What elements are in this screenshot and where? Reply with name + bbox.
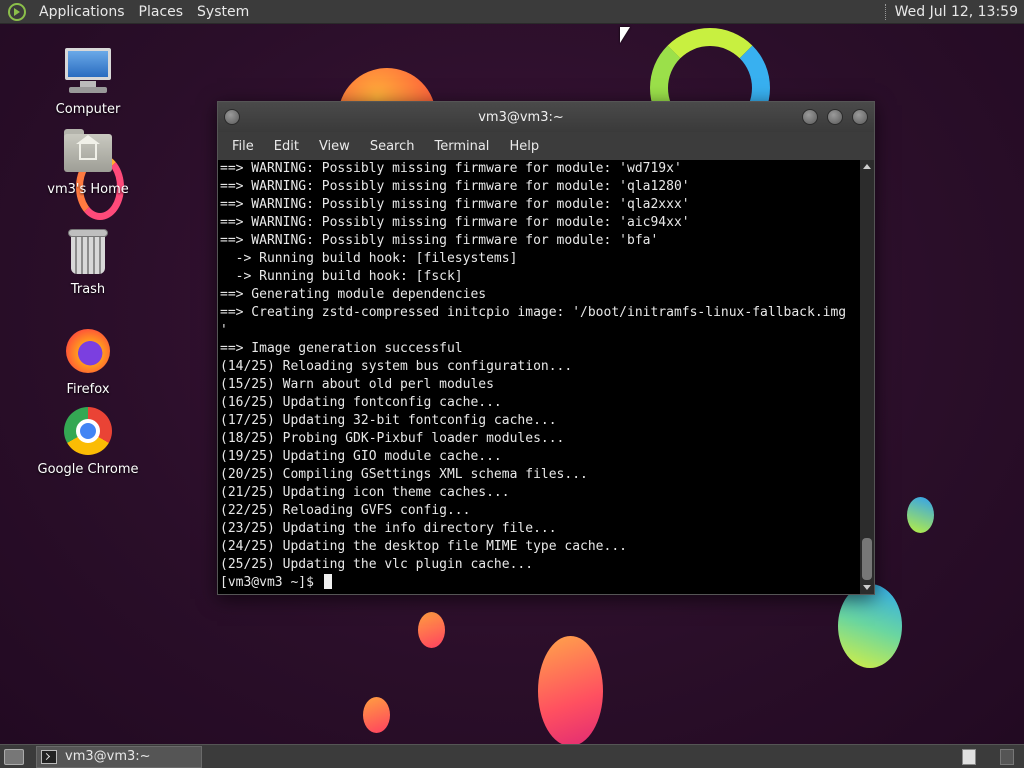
minimize-button[interactable] <box>802 109 818 125</box>
terminal-line: ==> Generating module dependencies <box>220 287 487 302</box>
terminal-icon <box>41 749 57 764</box>
terminal-line: (14/25) Reloading system bus configurati… <box>220 359 573 374</box>
terminal-line: -> Running build hook: [fsck] <box>220 269 463 284</box>
menu-file[interactable]: File <box>222 139 264 154</box>
terminal-line: (18/25) Probing GDK-Pixbuf loader module… <box>220 431 565 446</box>
terminal-line: (20/25) Compiling GSettings XML schema f… <box>220 467 588 482</box>
window-titlebar[interactable]: vm3@vm3:~ <box>218 102 874 132</box>
desktop-icon-label: vm3's Home <box>47 182 129 197</box>
terminal-line: (17/25) Updating 32-bit fontconfig cache… <box>220 413 557 428</box>
menu-system[interactable]: System <box>190 4 256 20</box>
taskbar-item-label: vm3@vm3:~ <box>65 749 151 764</box>
terminal-line: (21/25) Updating icon theme caches... <box>220 485 510 500</box>
terminal-area[interactable]: ==> WARNING: Possibly missing firmware f… <box>218 160 874 594</box>
terminal-line: (24/25) Updating the desktop file MIME t… <box>220 539 627 554</box>
menu-terminal[interactable]: Terminal <box>424 139 499 154</box>
wallpaper-blue-small-bubble <box>907 497 934 533</box>
terminal-line: (19/25) Updating GIO module cache... <box>220 449 502 464</box>
window-menu-icon[interactable] <box>224 109 240 125</box>
chrome-icon <box>63 406 113 456</box>
terminal-line: ==> WARNING: Possibly missing firmware f… <box>220 161 682 176</box>
scrollbar-thumb[interactable] <box>862 538 872 580</box>
desktop-icon-trash[interactable]: Trash <box>28 226 148 297</box>
trash-icon <box>63 226 113 276</box>
scroll-down-icon[interactable] <box>863 585 871 590</box>
computer-icon <box>63 46 113 96</box>
desktop-icon-label: Computer <box>55 102 121 117</box>
terminal-line: ==> WARNING: Possibly missing firmware f… <box>220 197 690 212</box>
terminal-cursor <box>323 574 332 589</box>
window-controls <box>802 109 868 125</box>
home-folder-icon <box>63 126 113 176</box>
desktop-icon-computer[interactable]: Computer <box>28 46 148 117</box>
desktop-icon-label: Trash <box>70 282 106 297</box>
workspace-1[interactable] <box>962 748 976 765</box>
menu-edit[interactable]: Edit <box>264 139 309 154</box>
terminal-line: ==> WARNING: Possibly missing firmware f… <box>220 179 690 194</box>
bottom-panel: vm3@vm3:~ <box>0 744 1024 768</box>
terminal-prompt-line[interactable]: [vm3@vm3 ~]$ <box>220 574 860 592</box>
terminal-line: (22/25) Reloading GVFS config... <box>220 503 471 518</box>
scroll-up-icon[interactable] <box>863 164 871 169</box>
menu-help[interactable]: Help <box>499 139 549 154</box>
terminal-line: (15/25) Warn about old perl modules <box>220 377 494 392</box>
menu-applications[interactable]: Applications <box>32 4 132 20</box>
terminal-line: ' <box>220 323 228 338</box>
desktop-icon-home[interactable]: vm3's Home <box>28 126 148 197</box>
terminal-prompt: [vm3@vm3 ~]$ <box>220 575 322 590</box>
close-button[interactable] <box>852 109 868 125</box>
terminal-menubar: File Edit View Search Terminal Help <box>218 132 874 160</box>
window-title: vm3@vm3:~ <box>478 109 564 125</box>
wallpaper-small-bubble <box>363 697 390 733</box>
terminal-line: -> Running build hook: [filesystems] <box>220 251 518 266</box>
wallpaper-large-bubble <box>538 636 603 744</box>
desktop-icon-label: Firefox <box>66 382 110 397</box>
terminal-line: (23/25) Updating the info directory file… <box>220 521 557 536</box>
workspace-2[interactable] <box>1000 748 1014 765</box>
maximize-button[interactable] <box>827 109 843 125</box>
firefox-icon <box>63 326 113 376</box>
menu-search[interactable]: Search <box>360 139 425 154</box>
terminal-line: ==> Image generation successful <box>220 341 463 356</box>
terminal-window[interactable]: vm3@vm3:~ File Edit View Search Terminal… <box>217 101 875 595</box>
menu-view[interactable]: View <box>309 139 360 154</box>
terminal-line: ==> WARNING: Possibly missing firmware f… <box>220 215 690 230</box>
taskbar-item-terminal[interactable]: vm3@vm3:~ <box>36 745 202 768</box>
top-panel: Applications Places System Wed Jul 12, 1… <box>0 0 1024 24</box>
mouse-pointer-icon <box>620 27 630 43</box>
clock[interactable]: Wed Jul 12, 13:59 <box>895 4 1024 20</box>
panel-separator <box>884 3 887 20</box>
menu-places[interactable]: Places <box>132 4 191 20</box>
wallpaper-blue-bubble <box>838 584 902 668</box>
terminal-scrollbar[interactable] <box>860 160 874 594</box>
terminal-line: ==> WARNING: Possibly missing firmware f… <box>220 233 659 248</box>
terminal-line: (16/25) Updating fontconfig cache... <box>220 395 502 410</box>
terminal-output[interactable]: ==> WARNING: Possibly missing firmware f… <box>220 160 860 594</box>
desktop-icon-firefox[interactable]: Firefox <box>28 326 148 397</box>
terminal-line: (25/25) Updating the vlc plugin cache... <box>220 557 534 572</box>
desktop-icon-label: Google Chrome <box>37 462 139 477</box>
distro-logo-icon[interactable] <box>8 2 26 21</box>
wallpaper-small-bubble <box>418 612 445 648</box>
show-desktop-icon[interactable] <box>4 748 24 765</box>
desktop-icon-chrome[interactable]: Google Chrome <box>28 406 148 477</box>
terminal-line: ==> Creating zstd-compressed initcpio im… <box>220 305 847 320</box>
